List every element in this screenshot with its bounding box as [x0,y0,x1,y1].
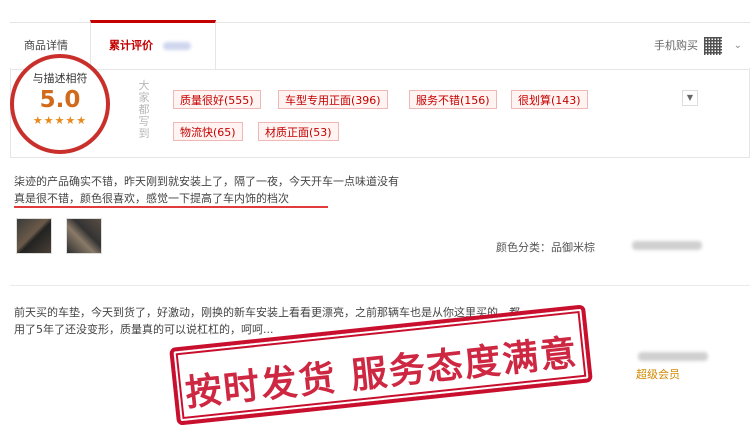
review-count-blurred [163,42,191,50]
tag-material[interactable]: 材质正面(53) [258,122,339,141]
impression-label: 大家都写到 [138,79,150,140]
tag-vehicle-fit[interactable]: 车型专用正面(396) [278,90,388,109]
tab-reviews-label: 累计评价 [109,39,153,52]
tag-service-good[interactable]: 服务不错(156) [409,90,497,109]
highlight-underline [14,206,328,208]
reviewer-name-blurred [632,241,702,250]
review-1-line-1: 柒迹的产品确实不错，昨天刚到就安装上了，隔了一夜，今天开车一点味道没有 [14,175,399,188]
tags-expand-icon[interactable]: ▼ [682,90,698,106]
divider [10,285,750,286]
member-badge: 超级会员 [636,368,680,381]
tab-bar: 商品详情 累计评价 手机购买 ⌄ [10,20,750,70]
review-1-sku: 颜色分类：品御米棕 [496,241,595,254]
rating-title: 与描述相符 [32,72,88,85]
tag-fast-shipping[interactable]: 物流快(65) [173,122,243,141]
rating-stars: ★★★★★ [32,114,88,127]
qr-code-icon[interactable] [704,37,722,55]
tag-good-value[interactable]: 很划算(143) [511,90,588,109]
reviewer-name-blurred [638,352,708,361]
tag-quality-good[interactable]: 质量很好(555) [173,90,261,109]
review-photo-thumbnail[interactable] [16,218,52,254]
rating-badge: 与描述相符 5.0 ★★★★★ [10,54,110,154]
review-photo-thumbnail[interactable] [66,218,102,254]
review-summary [10,68,750,158]
review-2-line-2: 用了5年了还没变形，质量真的可以说杠杠的，呵呵... [14,323,274,336]
tab-reviews[interactable]: 累计评价 [90,20,216,69]
review-1-line-2: 真是很不错，颜色很喜欢，感觉一下提高了车内饰的档次 [14,192,289,205]
mobile-buy-link[interactable]: 手机购买 [654,23,698,69]
chevron-down-icon[interactable]: ⌄ [734,23,742,69]
rating-score: 5.0 [39,87,81,113]
